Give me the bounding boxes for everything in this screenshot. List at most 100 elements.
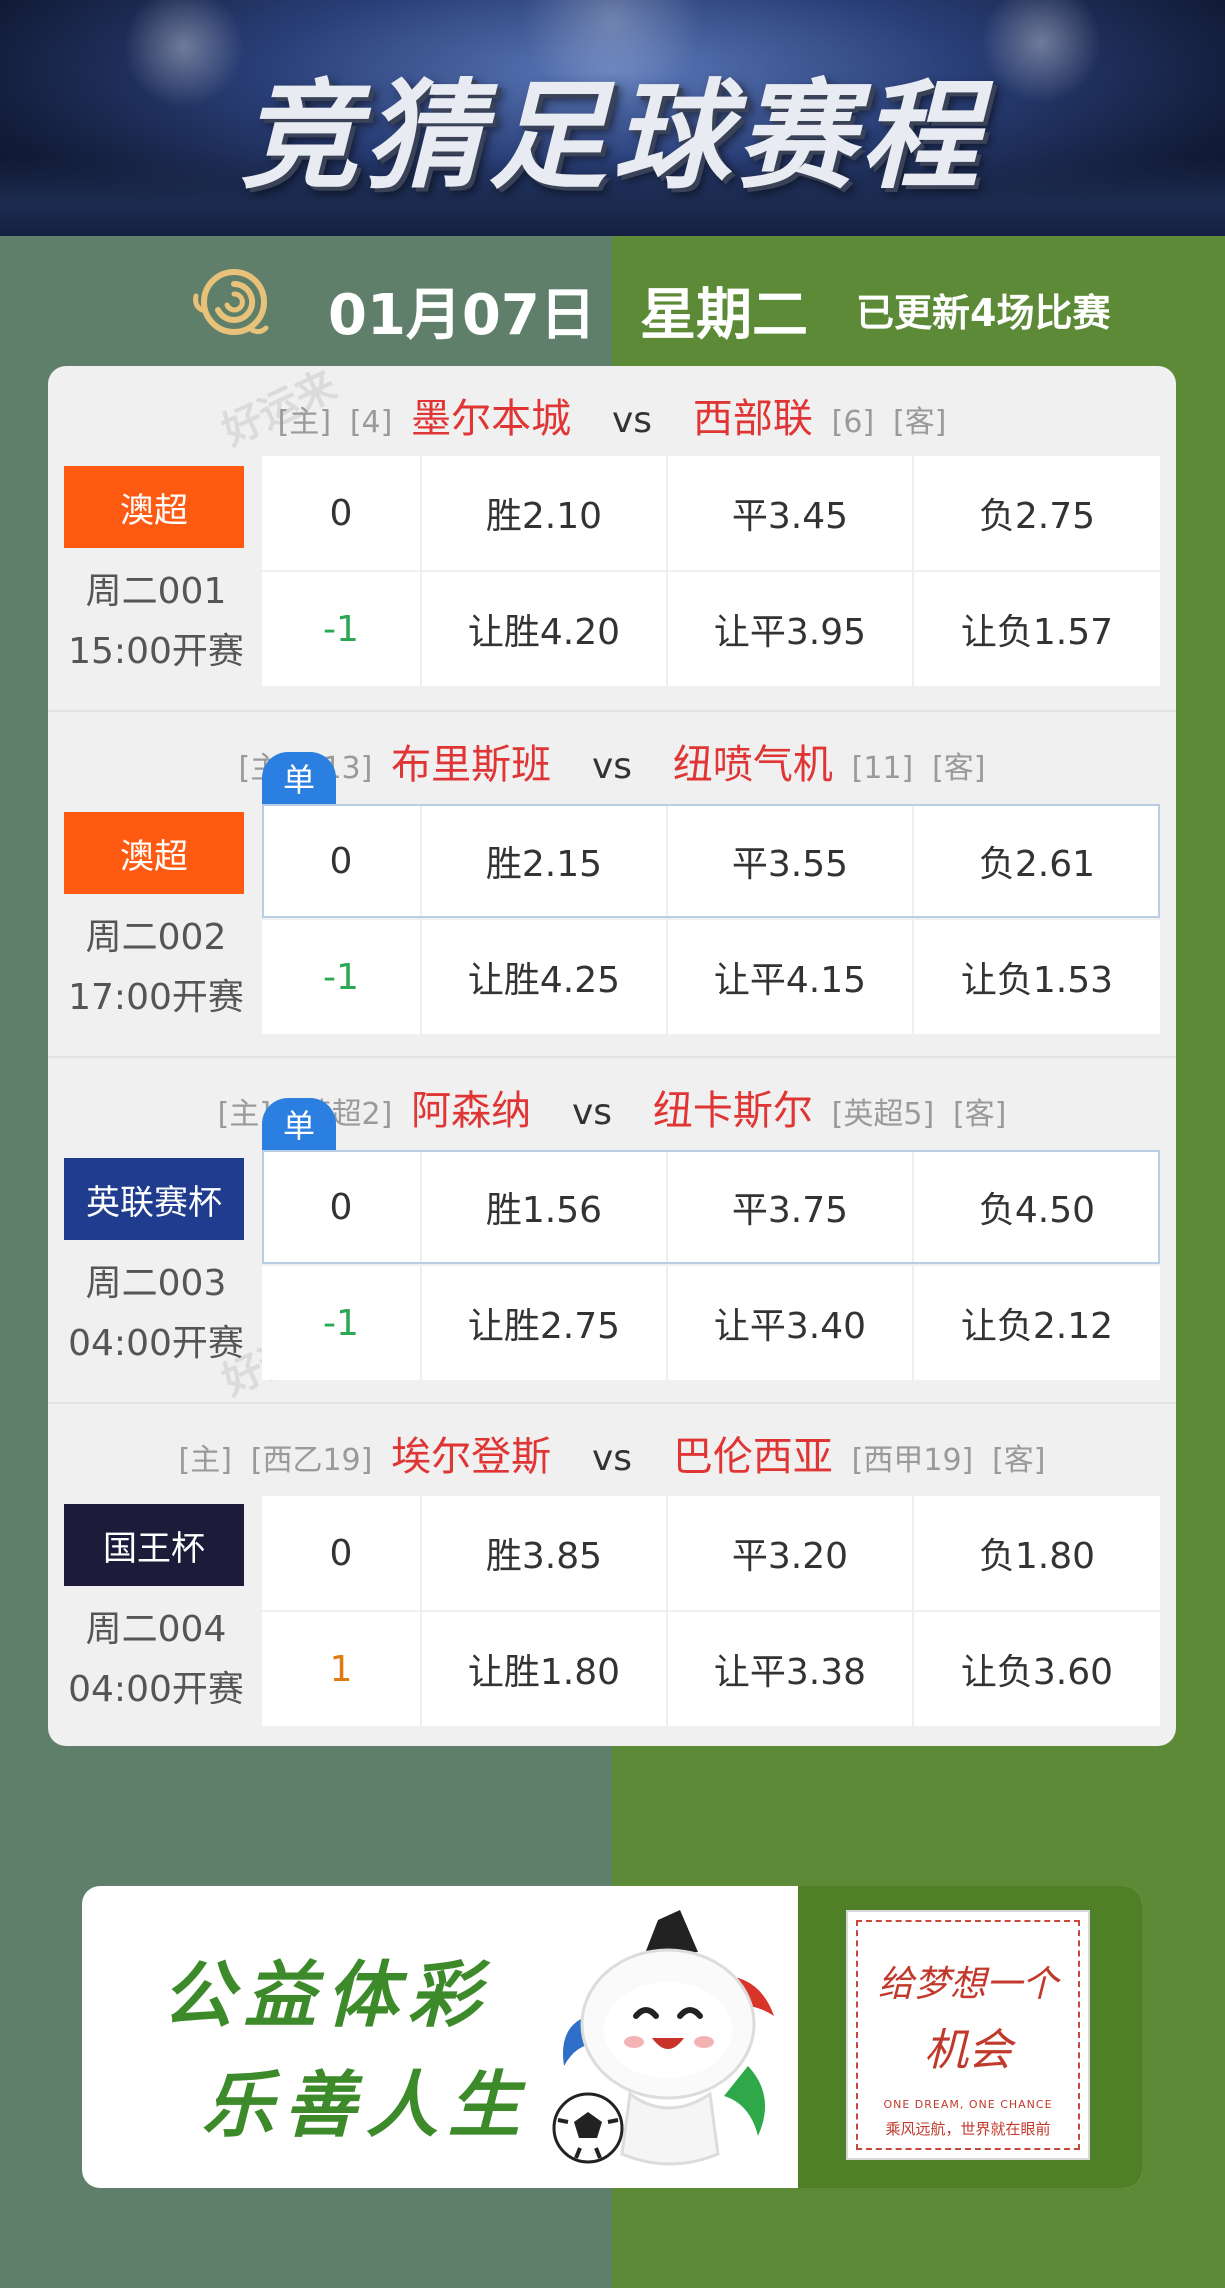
odds-handicap-win[interactable]: 让胜4.25 (422, 920, 668, 1034)
odds-handicap-draw[interactable]: 让平3.95 (668, 572, 914, 686)
vs-label: vs (591, 746, 633, 787)
odds-handicap-win[interactable]: 让胜4.20 (422, 572, 668, 686)
odds-lose[interactable]: 负1.80 (914, 1496, 1160, 1610)
poster-slogan-line1: 给梦想一个 (877, 1964, 1058, 2005)
odds-win[interactable]: 胜1.56 (422, 1150, 668, 1264)
odds-table: 0 胜3.85 平3.20 负1.80 1 让胜1.80 让平3.38 让负3.… (262, 1496, 1160, 1726)
odds-handicap-draw[interactable]: 让平3.40 (668, 1266, 914, 1380)
away-tag: [客] (932, 751, 986, 786)
away-team: 纽喷气机 (672, 742, 833, 788)
vs-label: vs (591, 1438, 633, 1479)
mascot-with-football-icon (552, 1910, 774, 2166)
handicap-value: 0 (262, 804, 422, 918)
odds-draw[interactable]: 平3.20 (668, 1496, 914, 1610)
banner-title: 竞猜足球赛程 (240, 67, 985, 205)
ad-slogan-line2: 乐善人生 (202, 2062, 531, 2147)
odds-draw[interactable]: 平3.55 (668, 804, 914, 918)
away-team: 纽卡斯尔 (652, 1088, 813, 1134)
handicap-value: 0 (262, 456, 422, 570)
odds-handicap-draw[interactable]: 让平4.15 (668, 920, 914, 1034)
single-bet-tag: 单 (262, 1098, 336, 1150)
home-team: 墨尔本城 (411, 396, 572, 442)
away-team: 西部联 (692, 396, 813, 442)
match-item[interactable]: [主] [13] 布里斯班 vs 纽喷气机 [11] [客] 单 澳超 周二00… (48, 712, 1176, 1058)
header-banner: 竞猜足球赛程 (0, 0, 1225, 236)
schedule-date: 01月07日 (328, 283, 596, 348)
away-tag: [客] (952, 1097, 1007, 1132)
away-rank: [西甲19] (851, 1443, 974, 1478)
dream-poster: 给梦想一个 机会 ONE DREAM, ONE CHANCE 乘风远航，世界就在… (846, 1910, 1090, 2160)
odds-lose[interactable]: 负2.75 (914, 456, 1160, 570)
odds-table: 0 胜1.56 平3.75 负4.50 -1 让胜2.75 让平3.40 让负2… (262, 1150, 1160, 1380)
odds-row-handicap: -1 让胜4.25 让平4.15 让负1.53 (262, 920, 1160, 1034)
handicap-value: -1 (262, 572, 422, 686)
league-badge: 澳超 (64, 812, 244, 894)
odds-handicap-draw[interactable]: 让平3.38 (668, 1612, 914, 1726)
home-tag: [主] (178, 1443, 232, 1478)
poster-slogan: 给梦想一个 机会 (858, 1952, 1078, 2084)
league-badge: 国王杯 (64, 1504, 244, 1586)
match-list-card: 好运来 好运来 [主] [4] 墨尔本城 vs 西部联 [6] [客] 澳超 周… (48, 366, 1176, 1746)
odds-row-standard: 0 胜2.15 平3.55 负2.61 (262, 804, 1160, 918)
odds-win[interactable]: 胜2.10 (422, 456, 668, 570)
match-number: 周二004 (85, 1609, 227, 1650)
odds-handicap-win[interactable]: 让胜1.80 (422, 1612, 668, 1726)
schedule-weekday: 星期二 (640, 283, 808, 348)
update-count: 已更新4场比赛 (856, 291, 1111, 335)
home-tag: [主] (277, 405, 332, 440)
ad-poster-panel: 给梦想一个 机会 ONE DREAM, ONE CHANCE 乘风远航，世界就在… (798, 1886, 1142, 2188)
match-teams: [主] [英超2] 阿森纳 vs 纽卡斯尔 [英超5] [客] (48, 1078, 1176, 1134)
away-rank: [6] (831, 405, 875, 440)
home-rank: [西乙19] (250, 1443, 373, 1478)
league-badge: 英联赛杯 (64, 1158, 244, 1240)
poster-chinese-text: 乘风远航，世界就在眼前 (885, 2120, 1051, 2138)
handicap-value: -1 (262, 1266, 422, 1380)
home-rank: [4] (349, 405, 393, 440)
league-badge: 澳超 (64, 466, 244, 548)
lottery-ad-banner[interactable]: 公益体彩 乐善人生 给梦想一个 机会 ONE DREAM, ONE CHANCE… (82, 1886, 1142, 2188)
match-item[interactable]: [主] [4] 墨尔本城 vs 西部联 [6] [客] 澳超 周二001 15:… (48, 366, 1176, 712)
home-team: 阿森纳 (411, 1088, 532, 1134)
vs-label: vs (571, 1092, 613, 1133)
odds-handicap-lose[interactable]: 让负1.53 (914, 920, 1160, 1034)
handicap-value: 0 (262, 1496, 422, 1610)
single-bet-tag: 单 (262, 752, 336, 804)
match-teams: [主] [西乙19] 埃尔登斯 vs 巴伦西亚 [西甲19] [客] (48, 1424, 1176, 1480)
odds-draw[interactable]: 平3.45 (668, 456, 914, 570)
lucky-swirl-icon (193, 269, 269, 335)
match-number: 周二001 (85, 571, 227, 612)
poster-border: 给梦想一个 机会 ONE DREAM, ONE CHANCE 乘风远航，世界就在… (856, 1920, 1080, 2150)
odds-row-standard: 0 胜3.85 平3.20 负1.80 (262, 1496, 1160, 1610)
match-teams: [主] [13] 布里斯班 vs 纽喷气机 [11] [客] (48, 732, 1176, 788)
odds-win[interactable]: 胜3.85 (422, 1496, 668, 1610)
poster-slogan-line2: 机会 (924, 2025, 1012, 2076)
odds-draw[interactable]: 平3.75 (668, 1150, 914, 1264)
away-rank: [英超5] (831, 1097, 935, 1132)
home-team: 布里斯班 (391, 742, 552, 788)
match-number: 周二003 (85, 1263, 227, 1304)
odds-row-handicap: -1 让胜2.75 让平3.40 让负2.12 (262, 1266, 1160, 1380)
ad-slogan-line1: 公益体彩 (162, 1952, 491, 2037)
odds-handicap-lose[interactable]: 让负2.12 (914, 1266, 1160, 1380)
vs-label: vs (611, 400, 653, 441)
kickoff-time: 04:00开赛 (68, 1323, 244, 1364)
match-number: 周二002 (85, 917, 227, 958)
odds-handicap-win[interactable]: 让胜2.75 (422, 1266, 668, 1380)
kickoff-time: 17:00开赛 (68, 977, 244, 1018)
odds-lose[interactable]: 负2.61 (914, 804, 1160, 918)
match-item[interactable]: [主] [英超2] 阿森纳 vs 纽卡斯尔 [英超5] [客] 单 英联赛杯 周… (48, 1058, 1176, 1404)
away-team: 巴伦西亚 (672, 1434, 833, 1480)
odds-row-handicap: 1 让胜1.80 让平3.38 让负3.60 (262, 1612, 1160, 1726)
away-tag: [客] (892, 405, 947, 440)
home-team: 埃尔登斯 (391, 1434, 552, 1480)
match-item[interactable]: [主] [西乙19] 埃尔登斯 vs 巴伦西亚 [西甲19] [客] 国王杯 周… (48, 1404, 1176, 1746)
odds-handicap-lose[interactable]: 让负3.60 (914, 1612, 1160, 1726)
odds-table: 0 胜2.15 平3.55 负2.61 -1 让胜4.25 让平4.15 让负1… (262, 804, 1160, 1034)
kickoff-time: 15:00开赛 (68, 631, 244, 672)
odds-win[interactable]: 胜2.15 (422, 804, 668, 918)
odds-handicap-lose[interactable]: 让负1.57 (914, 572, 1160, 686)
away-rank: [11] (851, 751, 914, 786)
odds-table: 0 胜2.10 平3.45 负2.75 -1 让胜4.20 让平3.95 让负1… (262, 456, 1160, 686)
odds-lose[interactable]: 负4.50 (914, 1150, 1160, 1264)
handicap-value: 0 (262, 1150, 422, 1264)
